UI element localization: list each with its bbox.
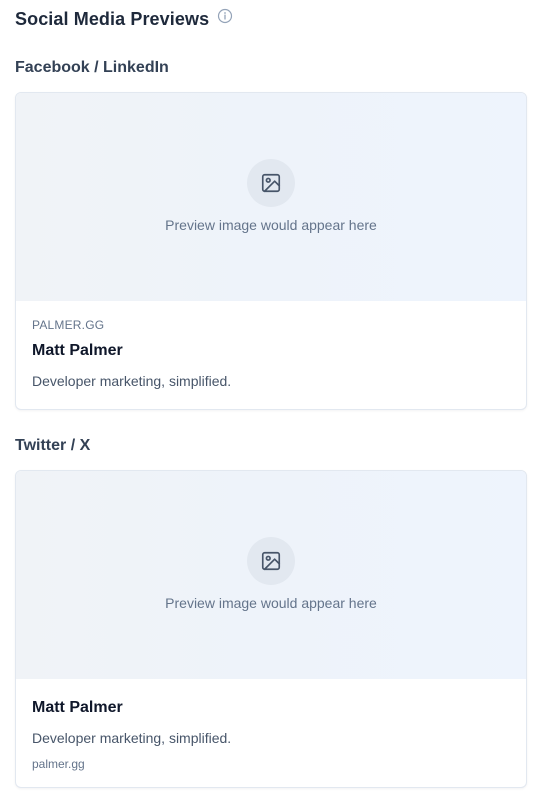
- preview-placeholder-text: Preview image would appear here: [165, 595, 377, 611]
- twitter-preview-image-placeholder: Preview image would appear here: [16, 471, 526, 679]
- facebook-preview-image-placeholder: Preview image would appear here: [16, 93, 526, 301]
- twitter-card-body: Matt Palmer Developer marketing, simplif…: [16, 679, 526, 772]
- preview-placeholder-text: Preview image would appear here: [165, 217, 377, 233]
- facebook-description: Developer marketing, simplified.: [32, 373, 232, 389]
- facebook-card-body: PALMER.GG Matt Palmer Developer marketin…: [16, 301, 526, 390]
- image-icon: [247, 159, 295, 207]
- page-header: Social Media Previews: [15, 6, 233, 32]
- twitter-domain: palmer.gg: [32, 757, 85, 771]
- facebook-preview-card: Preview image would appear here PALMER.G…: [15, 92, 527, 410]
- twitter-preview-card: Preview image would appear here Matt Pal…: [15, 470, 527, 788]
- info-circle-icon[interactable]: [217, 8, 233, 24]
- image-icon: [247, 537, 295, 585]
- facebook-title: Matt Palmer: [32, 342, 123, 359]
- twitter-title: Matt Palmer: [32, 699, 123, 716]
- twitter-description: Developer marketing, simplified.: [32, 730, 232, 746]
- facebook-domain: PALMER.GG: [32, 318, 105, 332]
- twitter-x-label: Twitter / X: [15, 437, 91, 454]
- page-title: Social Media Previews: [15, 8, 210, 29]
- facebook-linkedin-label: Facebook / LinkedIn: [15, 59, 169, 76]
